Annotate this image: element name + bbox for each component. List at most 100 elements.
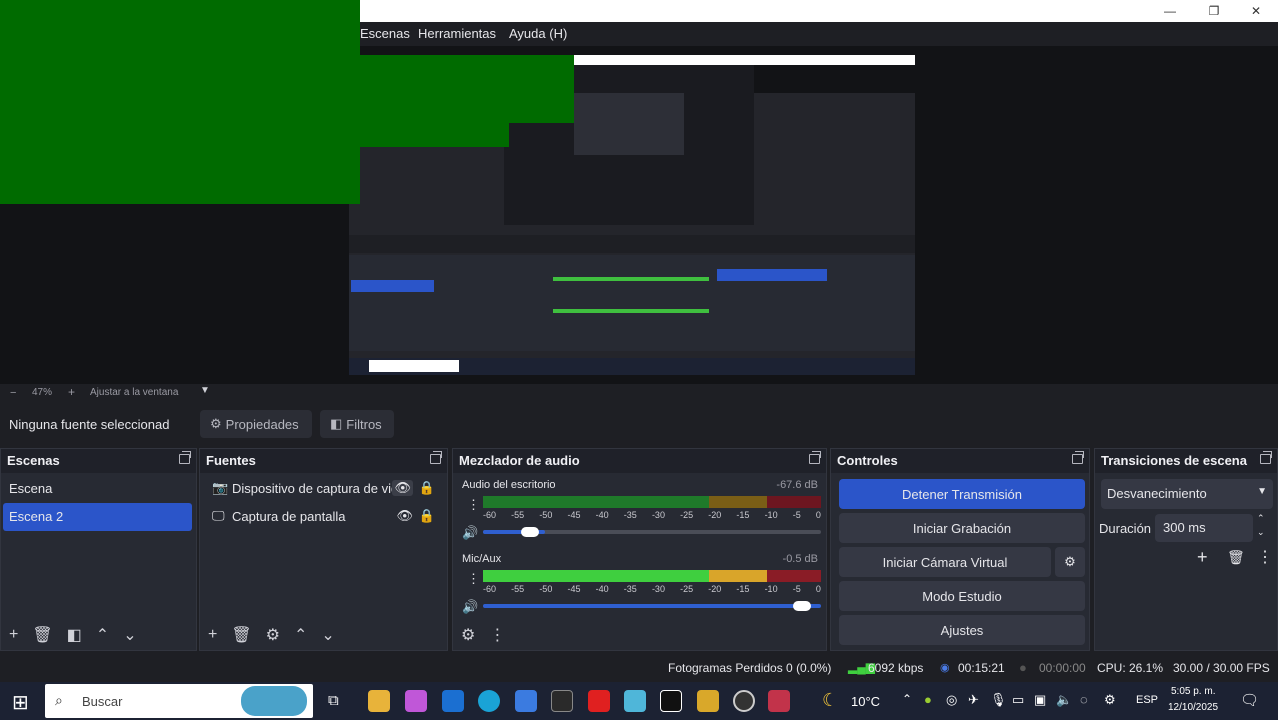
sources-title: Fuentes bbox=[206, 453, 256, 468]
properties-button[interactable]: ⚙ Propiedades bbox=[200, 410, 312, 438]
kebab-menu-icon[interactable]: ⋮ bbox=[467, 571, 480, 587]
stop-streaming-button[interactable]: Detener Transmisión bbox=[839, 479, 1085, 509]
chevron-up-icon[interactable]: ⌃ bbox=[96, 625, 109, 645]
copilot-icon[interactable] bbox=[405, 690, 427, 712]
edge-icon[interactable] bbox=[478, 690, 500, 712]
start-virtual-camera-button[interactable]: Iniciar Cámara Virtual bbox=[839, 547, 1051, 577]
menu-tools[interactable]: Herramientas bbox=[418, 22, 496, 46]
maximize-button[interactable]: ❐ bbox=[1192, 0, 1236, 22]
temperature: 10°C bbox=[851, 694, 881, 709]
virtual-camera-settings-button[interactable]: ⚙ bbox=[1055, 547, 1085, 577]
filter-icon[interactable]: ◧ bbox=[67, 625, 82, 645]
zoom-in-button[interactable]: + bbox=[68, 385, 75, 399]
preview-zoom-bar bbox=[0, 384, 1278, 402]
studio-mode-button[interactable]: Modo Estudio bbox=[839, 581, 1085, 611]
clock-time[interactable]: 5:05 p. m. bbox=[1171, 686, 1215, 697]
speaker-icon[interactable]: 🔊 bbox=[462, 525, 478, 541]
close-icon: ✕ bbox=[1250, 4, 1262, 18]
stepper-down-icon[interactable]: ⌄ bbox=[1257, 527, 1265, 538]
windows-start-icon[interactable]: ⊞ bbox=[12, 690, 29, 715]
lock-icon[interactable]: 🔒 bbox=[419, 480, 435, 496]
start-recording-button[interactable]: Iniciar Grabación bbox=[839, 513, 1085, 543]
add-icon[interactable]: + bbox=[1197, 547, 1208, 568]
store-icon[interactable] bbox=[515, 690, 537, 712]
taskbar-search-box[interactable]: ⌕ Buscar bbox=[45, 684, 313, 718]
close-button[interactable]: ✕ bbox=[1234, 0, 1278, 22]
app-icon[interactable] bbox=[660, 690, 682, 712]
tray-icon[interactable]: ◎ bbox=[946, 692, 957, 708]
tray-icon[interactable]: ▭ bbox=[1012, 692, 1024, 708]
app-icon[interactable] bbox=[551, 690, 573, 712]
transition-select[interactable]: Desvanecimiento ▼ bbox=[1101, 479, 1273, 509]
gear-icon: ⚙ bbox=[210, 416, 222, 431]
outlook-icon[interactable] bbox=[442, 690, 464, 712]
network-icon[interactable]: ⚙ bbox=[1104, 692, 1116, 708]
volume-meter bbox=[483, 570, 821, 582]
dropped-frames: Fotogramas Perdidos 0 (0.0%) bbox=[668, 661, 832, 675]
clock-date[interactable]: 12/10/2025 bbox=[1168, 702, 1218, 713]
volume-slider-handle[interactable] bbox=[793, 601, 811, 611]
kebab-menu-icon[interactable]: ⋮ bbox=[1257, 547, 1273, 567]
source-item[interactable]: 🖵 Captura de pantalla 👁 🔒 bbox=[202, 503, 443, 531]
stepper-up-icon[interactable]: ⌃ bbox=[1257, 513, 1265, 524]
menu-scenes[interactable]: Escenas bbox=[360, 22, 410, 46]
lock-icon[interactable]: 🔒 bbox=[419, 508, 435, 524]
undock-icon[interactable] bbox=[1260, 451, 1272, 464]
scene-item[interactable]: Escena bbox=[3, 475, 192, 503]
menu-help[interactable]: Ayuda (H) bbox=[509, 22, 567, 46]
weather-icon: ☾ bbox=[822, 690, 839, 710]
file-explorer-icon[interactable] bbox=[368, 690, 390, 712]
app-icon[interactable] bbox=[624, 690, 646, 712]
volume-slider[interactable] bbox=[483, 604, 821, 608]
gear-icon: ⚙ bbox=[1064, 554, 1076, 569]
undock-icon[interactable] bbox=[179, 451, 191, 464]
eye-icon[interactable]: 👁 bbox=[396, 508, 413, 524]
kebab-menu-icon[interactable]: ⋮ bbox=[467, 497, 480, 513]
tray-icon[interactable]: ▣ bbox=[1034, 692, 1046, 708]
microphone-icon[interactable]: 🎙 bbox=[990, 692, 1007, 708]
zoom-fit-label[interactable]: Ajustar a la ventana bbox=[90, 387, 178, 398]
meter-tick-label: -60 bbox=[483, 510, 497, 520]
task-view-icon[interactable]: ⧉ bbox=[328, 692, 339, 709]
undock-icon[interactable] bbox=[1072, 451, 1084, 464]
speaker-icon[interactable]: 🔊 bbox=[462, 599, 478, 615]
meter-tick-label: -20 bbox=[708, 584, 722, 594]
zoom-out-button[interactable]: − bbox=[10, 387, 16, 399]
youtube-icon[interactable] bbox=[588, 690, 610, 712]
gear-icon[interactable]: ⚙ bbox=[266, 625, 280, 645]
undock-icon[interactable] bbox=[430, 451, 442, 464]
undock-icon[interactable] bbox=[809, 451, 821, 464]
scene-item-selected[interactable]: Escena 2 bbox=[3, 503, 192, 531]
volume-slider-handle[interactable] bbox=[521, 527, 539, 537]
tray-icon[interactable]: ◌ bbox=[1080, 692, 1088, 707]
add-icon[interactable]: + bbox=[9, 626, 18, 644]
tray-icon[interactable]: ✈ bbox=[968, 692, 979, 708]
eye-icon[interactable]: 👁 bbox=[392, 480, 413, 496]
chevron-up-icon[interactable]: ⌃ bbox=[294, 625, 307, 645]
channel-db: -0.5 dB bbox=[782, 553, 818, 565]
notifications-icon[interactable]: 🗨 bbox=[1240, 691, 1259, 709]
source-item[interactable]: 📷 Dispositivo de captura de vid 👁 🔒 bbox=[202, 475, 443, 503]
advanced-audio-icon[interactable]: ⚙ bbox=[461, 625, 475, 645]
add-icon[interactable]: + bbox=[208, 626, 217, 644]
duration-input[interactable]: 300 ms bbox=[1155, 514, 1253, 542]
app-icon[interactable] bbox=[697, 690, 719, 712]
trash-icon[interactable]: 🗑 bbox=[32, 625, 52, 645]
chevron-down-icon[interactable]: ⌄ bbox=[321, 625, 334, 645]
app-icon[interactable] bbox=[768, 690, 790, 712]
kebab-menu-icon[interactable]: ⋮ bbox=[489, 625, 505, 645]
status-bar bbox=[0, 654, 1278, 682]
chevron-up-icon[interactable]: ⌃ bbox=[902, 692, 912, 706]
volume-icon[interactable]: 🔈 bbox=[1056, 692, 1072, 708]
language-indicator[interactable]: ESP bbox=[1136, 694, 1158, 706]
filters-button[interactable]: ◧ Filtros bbox=[320, 410, 394, 438]
minimize-button[interactable]: — bbox=[1148, 0, 1192, 22]
meter-tick-label: -20 bbox=[708, 510, 722, 520]
tray-icon[interactable]: ● bbox=[924, 692, 932, 707]
trash-icon[interactable]: 🗑 bbox=[1227, 549, 1245, 566]
obs-icon[interactable] bbox=[733, 690, 755, 712]
zoom-dropdown-icon[interactable]: ▼ bbox=[200, 385, 210, 396]
trash-icon[interactable]: 🗑 bbox=[231, 625, 251, 645]
chevron-down-icon[interactable]: ⌄ bbox=[123, 625, 136, 645]
settings-button[interactable]: Ajustes bbox=[839, 615, 1085, 645]
